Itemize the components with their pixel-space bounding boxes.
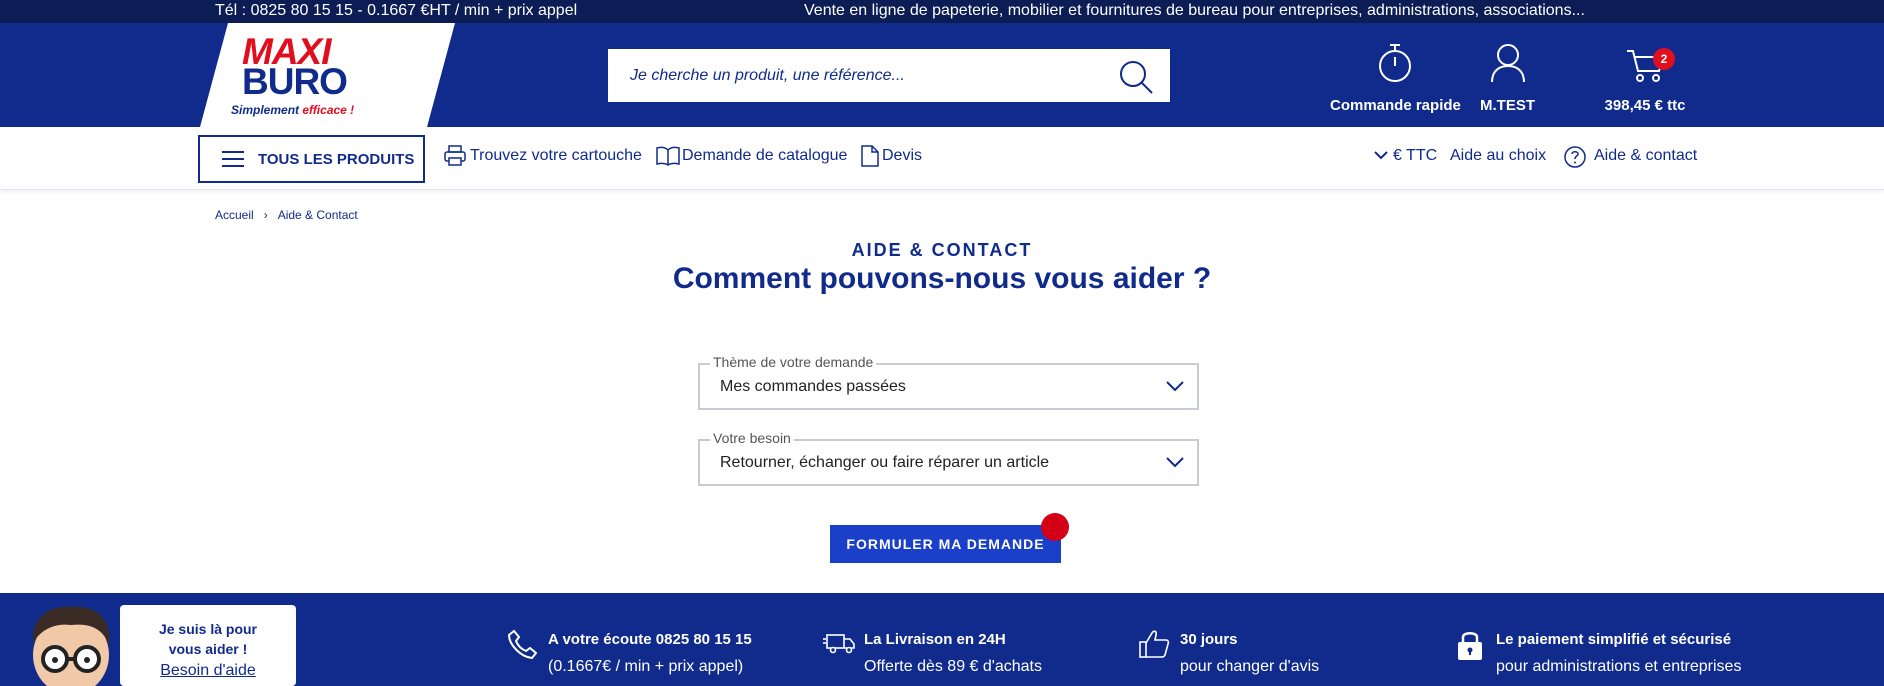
need-select[interactable]: Votre besoin Retourner, échanger ou fair… [698, 430, 1199, 486]
chevron-down-icon [1166, 457, 1184, 468]
all-products-label: TOUS LES PRODUITS [258, 151, 415, 168]
book-icon [656, 146, 680, 166]
cart-button[interactable]: 2 398,45 € ttc [1590, 33, 1700, 114]
main-header: MAXI BURO Simplement efficace ! Commande… [0, 23, 1884, 127]
quick-order-label: Commande rapide [1330, 97, 1461, 114]
menu-icon [222, 151, 244, 167]
user-name: M.TEST [1480, 97, 1535, 114]
maxiburo-logo[interactable]: MAXI BURO Simplement efficace ! [200, 23, 455, 127]
feature-returns-sub: pour changer d'avis [1180, 658, 1320, 675]
logo-slogan-b: efficace ! [302, 103, 355, 117]
feature-payment-sub: pour administrations et entreprises [1496, 658, 1742, 675]
search-bar [608, 49, 1170, 102]
nav-quote-label: Devis [882, 147, 923, 164]
logo-text-buro: BURO [242, 61, 348, 102]
quick-order-button[interactable]: Commande rapide [1330, 33, 1461, 114]
submit-request-button[interactable]: FORMULER MA DEMANDE [830, 525, 1061, 563]
main-nav: TOUS LES PRODUITS Trouvez votre cartouch… [0, 127, 1884, 190]
help-card-line2: vous aider ! [168, 641, 248, 657]
search-icon[interactable] [1116, 57, 1156, 97]
help-card-heading: Je suis là pour vous aider ! [120, 619, 296, 659]
nav-cartridge-label: Trouvez votre cartouche [470, 147, 642, 164]
need-value: Retourner, échanger ou faire réparer un … [720, 454, 1050, 471]
nav-choice-help-label: Aide au choix [1450, 147, 1547, 164]
request-theme-value: Mes commandes passées [720, 378, 906, 395]
nav-catalog-label: Demande de catalogue [682, 147, 848, 164]
notification-dot [1041, 513, 1069, 541]
request-theme-label: Thème de votre demande [710, 354, 877, 370]
feature-payment-title: Le paiement simplifié et sécurisé [1496, 631, 1732, 648]
request-theme-select[interactable]: Thème de votre demande Mes commandes pas… [698, 354, 1199, 410]
breadcrumb-current[interactable]: Aide & Contact [278, 208, 358, 222]
breadcrumb-separator-icon: › [263, 208, 268, 222]
phone-info: Tél : 0825 80 15 15 - 0.1667 €HT / min +… [215, 2, 578, 19]
need-help-link[interactable]: Besoin d'aide [120, 662, 296, 680]
feature-returns-title: 30 jours [1180, 631, 1238, 648]
truck-icon [823, 634, 855, 654]
cart-total: 398,45 € ttc [1604, 97, 1686, 114]
thumbs-up-icon [1139, 630, 1170, 658]
breadcrumb-home[interactable]: Accueil [215, 208, 254, 222]
logo-slogan-a: Simplement [231, 103, 303, 117]
top-info-bar: Tél : 0825 80 15 15 - 0.1667 €HT / min +… [0, 0, 1884, 23]
document-icon [861, 145, 879, 167]
page-kicker: AIDE & CONTACT [851, 240, 1033, 260]
search-input[interactable] [608, 49, 1098, 102]
printer-icon [444, 145, 466, 166]
need-label: Votre besoin [710, 430, 794, 446]
all-products-button[interactable]: TOUS LES PRODUITS [198, 135, 425, 183]
stopwatch-icon [1379, 44, 1411, 82]
site-tagline: Vente en ligne de papeterie, mobilier et… [804, 2, 1585, 19]
question-circle-icon [1564, 146, 1586, 168]
help-card: Je suis là pour vous aider ! Besoin d'aid… [120, 605, 296, 686]
feature-delivery-title: La Livraison en 24H [864, 631, 1006, 648]
feature-phone-title: A votre écoute 0825 80 15 15 [548, 631, 752, 648]
nav-help-contact-label: Aide & contact [1594, 147, 1698, 164]
user-icon [1490, 44, 1525, 83]
footer-reassurance: Je suis là pour vous aider ! Besoin d'aid… [0, 593, 1884, 686]
chevron-down-icon [1374, 151, 1388, 160]
feature-phone-sub: (0.1667€ / min + prix appel) [548, 658, 744, 675]
assistant-mascot-icon[interactable] [25, 603, 117, 686]
cart-count-badge: 2 [1653, 48, 1675, 70]
help-card-line1: Je suis là pour [158, 621, 258, 637]
currency-label: € TTC [1393, 147, 1438, 164]
user-account-button[interactable]: M.TEST [1460, 33, 1555, 114]
feature-delivery-sub: Offerte dès 89 € d'achats [864, 658, 1042, 675]
chevron-down-icon [1166, 381, 1184, 392]
logo-slogan: Simplement efficace ! [231, 103, 354, 117]
phone-icon [507, 629, 537, 659]
page-title: Comment pouvons-nous vous aider ? [672, 262, 1212, 295]
breadcrumb: Accueil › Aide & Contact [215, 208, 358, 222]
lock-icon [1458, 632, 1482, 660]
